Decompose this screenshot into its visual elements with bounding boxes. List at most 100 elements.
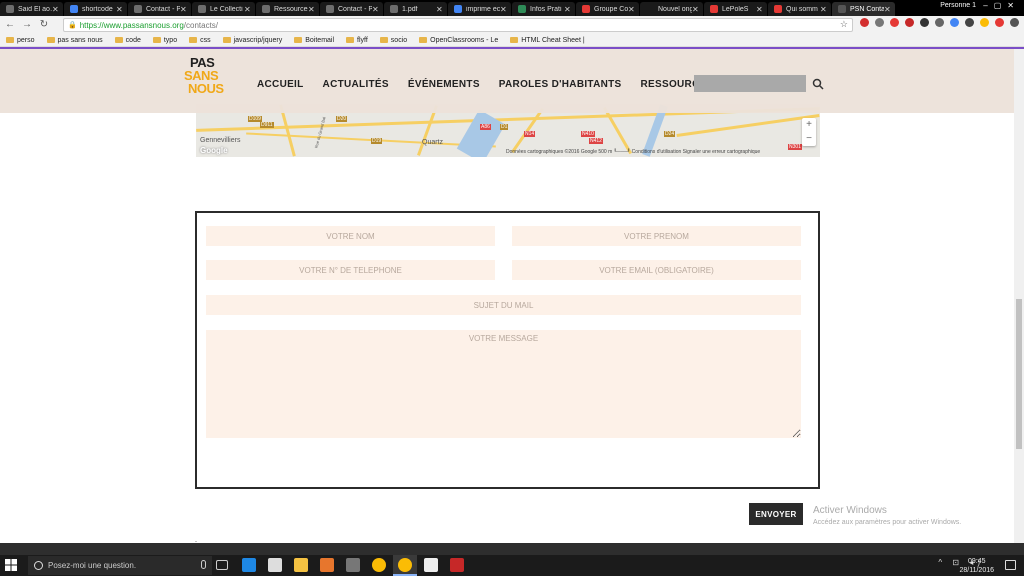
tab-close-icon[interactable]: ✕ — [180, 5, 188, 14]
tab-close-icon[interactable]: ✕ — [756, 5, 764, 14]
browser-tab[interactable]: imprime ec ✕ — [448, 2, 511, 16]
bookmark-star-icon[interactable]: ☆ — [840, 19, 848, 30]
bookmark-item[interactable]: css — [189, 37, 211, 44]
prenom-field[interactable] — [512, 226, 801, 246]
microphone-icon[interactable] — [201, 560, 206, 569]
main-nav: ACCUEIL ACTUALITÉS ÉVÉNEMENTS PAROLES D'… — [257, 79, 714, 90]
bookmark-item[interactable]: OpenClassrooms - Le — [419, 37, 498, 44]
nav-item-actualites[interactable]: ACTUALITÉS — [323, 79, 389, 90]
task-view-icon[interactable] — [216, 560, 228, 570]
url-path: /contacts/ — [183, 20, 219, 30]
eyedropper-icon[interactable] — [935, 18, 944, 27]
map-label-quartz: Quartz — [422, 139, 444, 146]
site-logo[interactable]: PAS SANS NOUS — [180, 56, 230, 108]
bookmark-item[interactable]: code — [114, 37, 141, 44]
chrome-active-icon[interactable] — [398, 558, 412, 572]
extension-icon[interactable] — [965, 18, 974, 27]
window-controls[interactable]: –▢✕ — [983, 1, 1020, 10]
nom-field[interactable] — [206, 226, 495, 246]
file-explorer-icon[interactable] — [294, 558, 308, 572]
store-icon[interactable] — [268, 558, 282, 572]
tab-close-icon[interactable]: ✕ — [884, 5, 892, 14]
send-button[interactable]: ENVOYER — [749, 503, 803, 525]
subject-field[interactable] — [206, 295, 801, 315]
search-icon[interactable] — [812, 78, 824, 90]
tab-favicon-icon — [70, 5, 78, 13]
bookmark-item[interactable]: typo — [152, 36, 178, 44]
extension-icon[interactable] — [920, 18, 929, 27]
bookmark-item[interactable]: javascrip/jquery — [222, 37, 282, 44]
extension-icon[interactable] — [860, 18, 869, 27]
extension-icon[interactable] — [905, 18, 914, 27]
scroll-thumb[interactable] — [1016, 299, 1022, 449]
tab-label: Ressources — [274, 5, 308, 13]
browser-tab[interactable]: shortcode ✕ — [64, 2, 127, 16]
bookmark-item[interactable]: socio — [379, 37, 407, 44]
telephone-field[interactable] — [206, 260, 495, 280]
app-icon[interactable] — [424, 558, 438, 572]
tab-close-icon[interactable]: ✕ — [372, 5, 380, 14]
forward-icon[interactable]: → — [20, 18, 34, 32]
bookmark-item[interactable]: perso — [6, 37, 35, 44]
bookmark-item[interactable]: pas sans nous — [46, 37, 103, 44]
browser-tab[interactable]: Qui somm ✕ — [768, 2, 831, 16]
extension-icon[interactable] — [875, 18, 884, 27]
reload-icon[interactable]: ↻ — [37, 18, 51, 32]
browser-tab[interactable]: LePoleS ✕ — [704, 2, 767, 16]
bookmark-label: typo — [163, 36, 178, 44]
bookmark-item[interactable]: Boitemail — [294, 37, 334, 44]
chrome-icon[interactable] — [372, 558, 386, 572]
site-search-input[interactable] — [694, 75, 806, 92]
bookmark-item[interactable]: HTML Cheat Sheet | — [510, 37, 585, 44]
tab-close-icon[interactable]: ✕ — [244, 5, 252, 14]
tab-close-icon[interactable]: ✕ — [52, 5, 60, 14]
tab-label: Contact - P — [146, 5, 180, 13]
browser-tab[interactable]: 1.pdf ✕ — [384, 2, 447, 16]
address-bar[interactable]: 🔒 https://www.passansnous.org/contacts/ … — [63, 18, 853, 32]
chrome-icon[interactable] — [980, 18, 989, 27]
browser-tab[interactable]: Le Collecti ✕ — [192, 2, 255, 16]
extension-icon[interactable] — [995, 18, 1004, 27]
pinterest-icon[interactable] — [890, 18, 899, 27]
extension-icon[interactable] — [950, 18, 959, 27]
nav-item-accueil[interactable]: ACCUEIL — [257, 79, 304, 90]
browser-tab[interactable]: Nouvel onglet✕ — [640, 2, 703, 16]
message-field[interactable] — [206, 330, 801, 438]
tab-favicon-icon — [390, 5, 398, 13]
menu-icon[interactable] — [1010, 18, 1019, 27]
tab-close-icon[interactable]: ✕ — [500, 5, 508, 14]
filezilla-icon[interactable] — [450, 558, 464, 572]
browser-tab[interactable]: Ressources ✕ — [256, 2, 319, 16]
tab-close-icon[interactable]: ✕ — [116, 5, 124, 14]
browser-tab[interactable]: Contact - P ✕ — [320, 2, 383, 16]
browser-tab[interactable]: Infos Prati ✕ — [512, 2, 575, 16]
map-zoom-out-button[interactable]: − — [802, 132, 816, 146]
tab-close-icon[interactable]: ✕ — [820, 5, 828, 14]
bookmark-item[interactable]: flyff — [346, 37, 368, 44]
tab-label: Groupe Co — [594, 5, 628, 13]
tab-close-icon[interactable]: ✕ — [436, 5, 444, 14]
tab-favicon-icon — [326, 5, 334, 13]
notification-icon[interactable] — [1005, 560, 1016, 570]
tab-close-icon[interactable]: ✕ — [628, 5, 636, 14]
cortana-search[interactable]: Posez-moi une question. — [28, 556, 212, 575]
map-zoom-in-button[interactable]: + — [802, 118, 816, 132]
app-icon[interactable] — [346, 558, 360, 572]
browser-tab[interactable]: PSN Conta ✕ — [832, 2, 895, 16]
edge-icon[interactable] — [242, 558, 256, 572]
email-field[interactable] — [512, 260, 801, 280]
windows-start-icon[interactable] — [5, 559, 17, 571]
clock[interactable]: 09:45 28/11/2016 — [959, 557, 994, 575]
page-scrollbar[interactable] — [1014, 49, 1024, 543]
nav-item-paroles-habitants[interactable]: PAROLES D'HABITANTS — [499, 79, 622, 90]
browser-tab[interactable]: Said El ao…✕ — [0, 2, 63, 16]
tab-close-icon[interactable]: ✕ — [308, 5, 316, 14]
profile-name[interactable]: Personne 1 — [940, 2, 976, 9]
tab-close-icon[interactable]: ✕ — [692, 5, 700, 14]
nav-item-evenements[interactable]: ÉVÉNEMENTS — [408, 79, 480, 90]
back-icon[interactable]: ← — [3, 18, 17, 32]
browser-tab[interactable]: Groupe Co ✕ — [576, 2, 639, 16]
browser-tab[interactable]: Contact - P ✕ — [128, 2, 191, 16]
xampp-icon[interactable] — [320, 558, 334, 572]
tab-close-icon[interactable]: ✕ — [564, 5, 572, 14]
